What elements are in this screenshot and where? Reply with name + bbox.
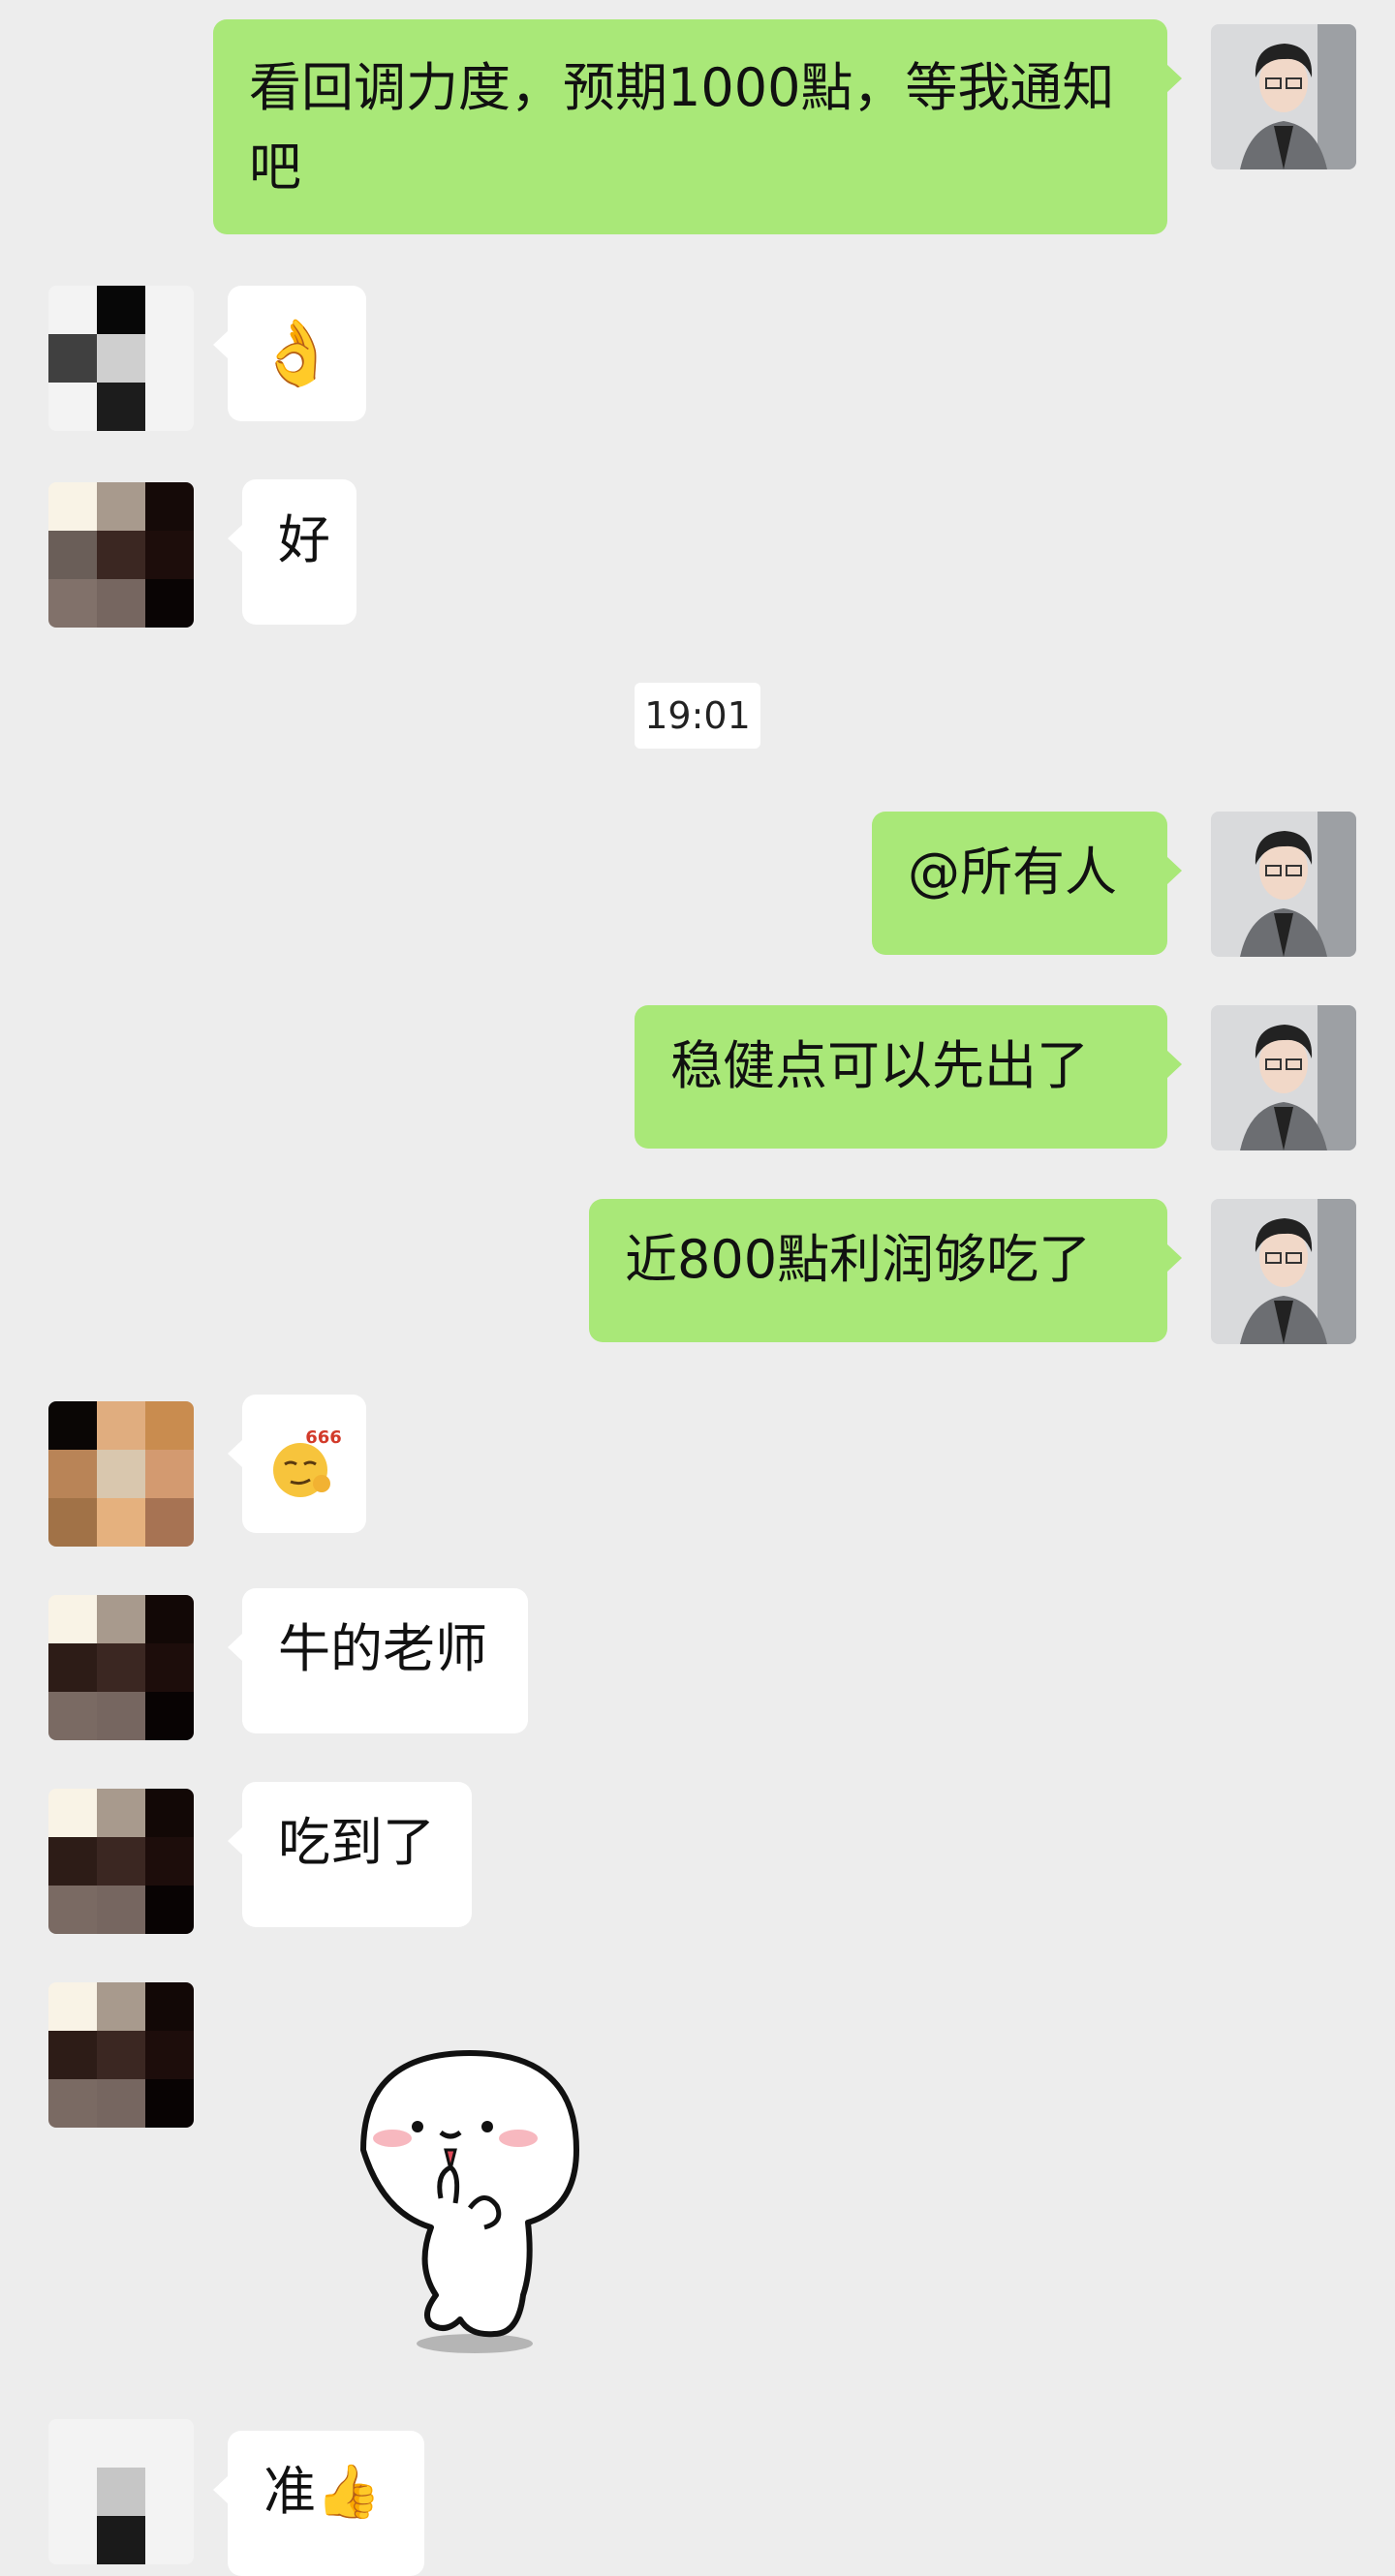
- message-bubble-incoming[interactable]: 666: [228, 1395, 366, 1533]
- ok-hand-emoji: 👌: [257, 316, 337, 390]
- message-bubble-incoming[interactable]: 吃到了: [228, 1782, 472, 1927]
- smirk-666-emoji: 666: [273, 1427, 342, 1497]
- timestamp: 19:01: [635, 683, 760, 749]
- member-avatar[interactable]: [48, 1982, 194, 2128]
- teacher-avatar[interactable]: [1211, 1199, 1356, 1344]
- thumbs-up-emoji: 👍: [316, 2461, 382, 2522]
- message-text: 稳健点可以先出了: [670, 1035, 1089, 1096]
- svg-text:666: 666: [305, 1427, 342, 1448]
- teacher-avatar[interactable]: [1211, 24, 1356, 169]
- message-text: 看回调力度，预期1000點，等我通知吧: [249, 57, 1115, 198]
- message-bubble-incoming[interactable]: 牛的老师: [228, 1588, 528, 1733]
- member-avatar[interactable]: [48, 286, 194, 431]
- message-bubble-outgoing[interactable]: 稳健点可以先出了: [635, 1005, 1182, 1149]
- message-bubble-incoming[interactable]: 准👍: [213, 2431, 424, 2576]
- member-avatar[interactable]: [48, 482, 194, 628]
- dancing-bun-sticker[interactable]: [325, 2043, 605, 2363]
- message-bubble-outgoing[interactable]: @所有人: [872, 812, 1182, 955]
- message-text: @所有人: [908, 842, 1117, 903]
- message-text: 牛的老师: [278, 1618, 487, 1679]
- member-avatar[interactable]: [48, 1595, 194, 1740]
- message-bubble-incoming[interactable]: 好: [228, 479, 356, 625]
- message-text: 好: [278, 509, 330, 570]
- message-text: 近800點利润够吃了: [625, 1229, 1092, 1290]
- message-bubble-outgoing[interactable]: 看回调力度，预期1000點，等我通知吧: [213, 19, 1182, 234]
- member-avatar[interactable]: [48, 1401, 194, 1547]
- message-text: 吃到了: [278, 1812, 435, 1873]
- message-bubble-incoming[interactable]: 👌: [213, 286, 366, 421]
- member-avatar[interactable]: [48, 1789, 194, 1934]
- teacher-avatar[interactable]: [1211, 812, 1356, 957]
- message-text: 准: [264, 2461, 316, 2522]
- member-avatar[interactable]: [48, 2419, 194, 2564]
- teacher-avatar[interactable]: [1211, 1005, 1356, 1150]
- message-bubble-outgoing[interactable]: 近800點利润够吃了: [589, 1199, 1182, 1342]
